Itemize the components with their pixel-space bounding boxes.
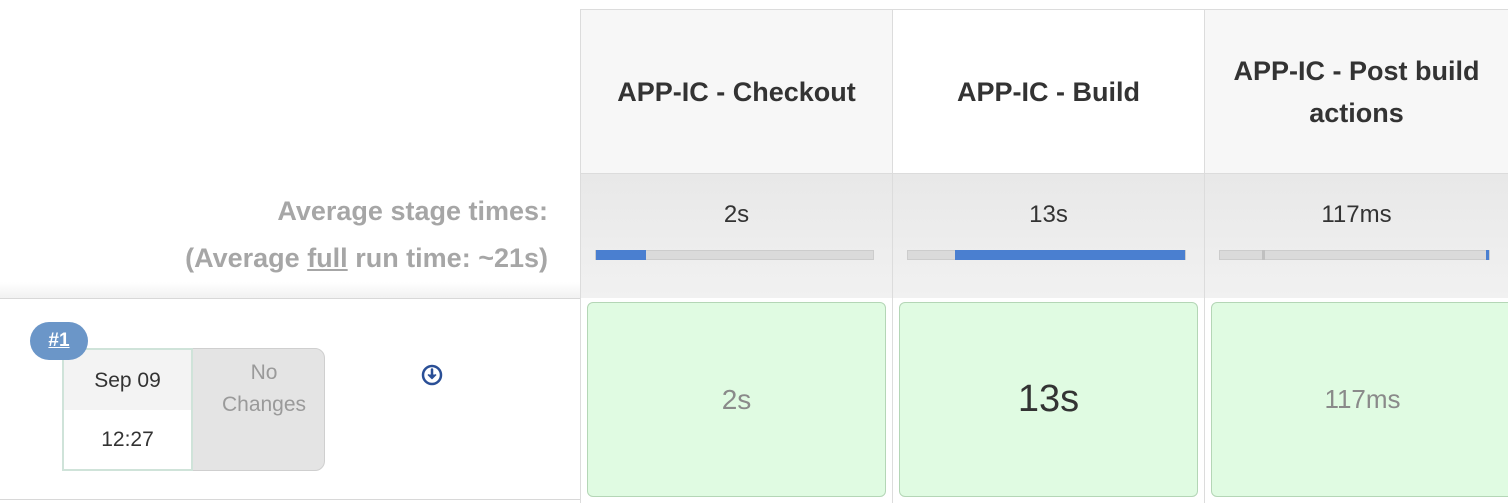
stage-column-build: APP-IC - Build 13s 13s [892,9,1204,503]
stage-header-build[interactable]: APP-IC - Build [893,9,1204,173]
stage-duration: 2s [721,383,752,415]
download-circle-icon[interactable] [421,364,443,386]
avg-stage-times-text: Average stage times: [277,196,548,226]
run-date: Sep 09 [64,350,191,410]
stage-duration: 117ms [1324,384,1401,414]
average-stage-times-label: Average stage times: (Average full run t… [0,188,548,282]
stage-cell-success[interactable]: 117ms [1211,302,1508,497]
stage-average-checkout: 2s [581,173,892,298]
changes-line-2: Changes [221,393,307,416]
stage-cell-success[interactable]: 2s [587,302,886,497]
stage-average-progress-bar [595,250,874,260]
progress-fill [1486,250,1489,260]
stage-column-checkout: APP-IC - Checkout 2s 2s [580,9,892,503]
avg-full-suffix: run time: ~21s) [347,243,548,273]
stage-average-time: 117ms [1321,201,1392,228]
stage-average-build: 13s [893,173,1204,298]
avg-full-prefix: (Average [185,243,308,273]
stage-duration: 13s [1017,378,1080,420]
avg-full-run-time-text: (Average full run time: ~21s) [0,235,548,282]
stage-view-table: APP-IC - Checkout 2s 2s APP-IC - Build 1… [580,9,1508,503]
stage-average-post-build: 117ms [1205,173,1508,298]
run-date-box: Sep 09 12:27 [62,348,193,471]
stage-header-post-build[interactable]: APP-IC - Post build actions [1205,9,1508,173]
progress-marker [1262,250,1265,260]
stage-column-post-build: APP-IC - Post build actions 117ms 117ms [1204,9,1508,503]
progress-fill [955,250,1185,260]
run-time: 12:27 [101,428,154,451]
stage-cell-success[interactable]: 13s [899,302,1198,497]
build-number-badge[interactable]: #1 [30,322,88,360]
stage-average-time: 13s [1029,201,1068,228]
progress-fill [596,250,646,260]
changes-box[interactable]: No Changes [175,348,325,471]
stage-average-time: 2s [723,201,750,228]
full-link[interactable]: full [307,243,348,273]
stage-header-checkout[interactable]: APP-IC - Checkout [581,9,892,173]
stage-average-progress-bar [1219,250,1490,260]
changes-line-1: No [250,361,278,384]
stage-average-progress-bar [907,250,1186,260]
